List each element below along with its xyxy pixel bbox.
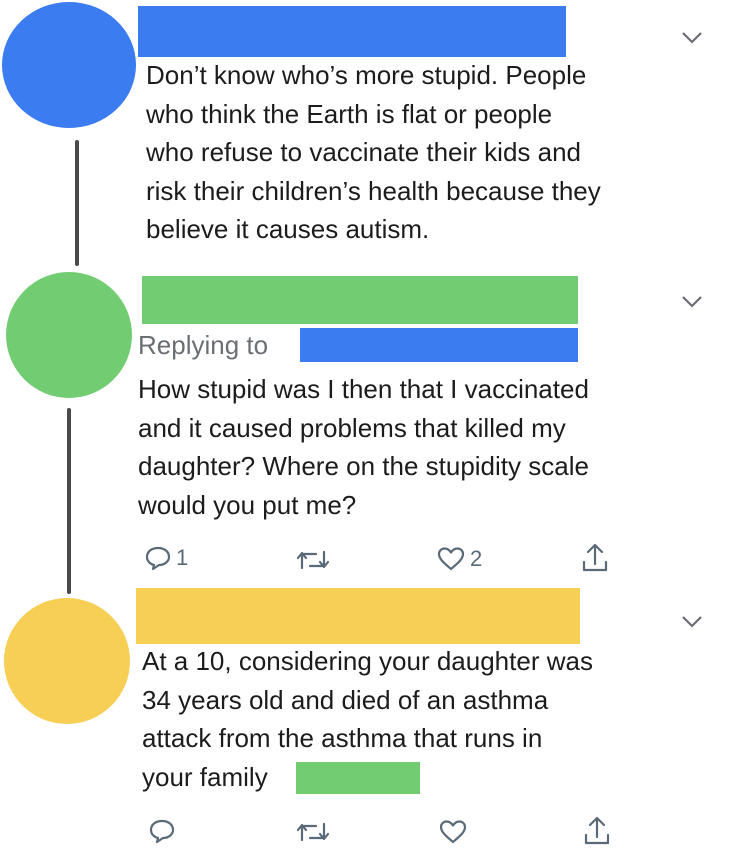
- like-count: 2: [470, 546, 483, 571]
- share-button[interactable]: [580, 542, 610, 574]
- tweet-text: Don’t know who’s more stupid. People who…: [146, 60, 601, 244]
- thread-line: [75, 140, 79, 266]
- retweet-button[interactable]: [296, 820, 330, 844]
- reply-button[interactable]: [148, 818, 176, 844]
- chevron-down-icon[interactable]: [680, 614, 704, 630]
- redacted-username: [136, 588, 580, 644]
- comment-icon: [149, 819, 175, 844]
- share-button[interactable]: [582, 815, 612, 847]
- reply-count: 1: [176, 545, 189, 570]
- thread-line: [67, 408, 71, 594]
- tweet-text: At a 10, considering your daughter was 3…: [142, 646, 593, 792]
- retweet-icon: [296, 550, 330, 570]
- redacted-reply-handle[interactable]: [300, 328, 578, 362]
- retweet-button[interactable]: [296, 548, 330, 572]
- avatar[interactable]: [2, 2, 136, 128]
- share-icon: [584, 816, 610, 845]
- redacted-username: [142, 276, 578, 324]
- share-icon: [582, 543, 608, 572]
- heart-icon: [437, 547, 465, 571]
- chevron-down-icon[interactable]: [680, 294, 704, 310]
- avatar[interactable]: [6, 272, 132, 398]
- retweet-icon: [296, 822, 330, 842]
- reply-button[interactable]: 1: [144, 545, 188, 571]
- chevron-down-icon[interactable]: [680, 30, 704, 46]
- like-button[interactable]: [438, 819, 468, 845]
- heart-icon: [439, 820, 467, 844]
- replying-to-label: Replying to: [138, 330, 269, 360]
- redacted-username: [138, 6, 566, 57]
- tweet-text: How stupid was I then that I vaccinated …: [138, 374, 589, 520]
- like-button[interactable]: 2: [436, 546, 482, 572]
- comment-icon: [145, 546, 171, 571]
- avatar[interactable]: [4, 598, 130, 724]
- redacted-mention[interactable]: [296, 762, 420, 794]
